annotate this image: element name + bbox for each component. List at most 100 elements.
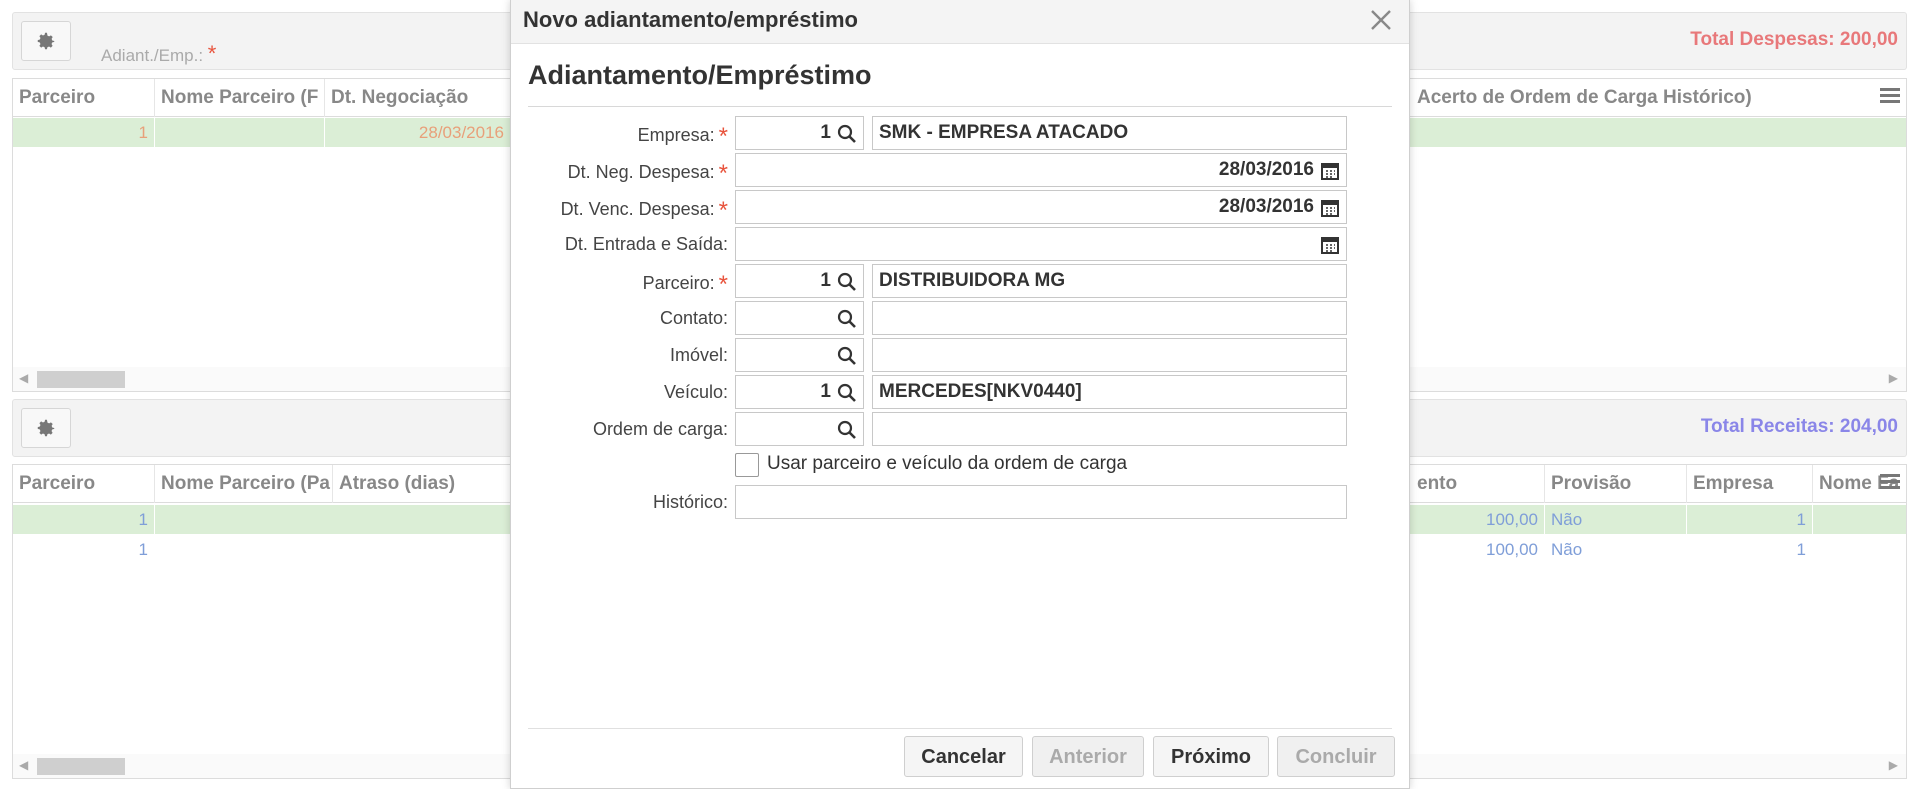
cancel-button[interactable]: Cancelar xyxy=(904,736,1023,777)
dt-venc-label: Dt. Venc. Despesa: * xyxy=(560,197,728,224)
calendar-icon[interactable] xyxy=(1320,161,1340,181)
field-row-parceiro: Parceiro: * 1 DISTRIBUIDORA MG xyxy=(511,264,1409,298)
veiculo-code-input[interactable]: 1 xyxy=(735,375,864,409)
usar-ordem-checkbox[interactable] xyxy=(735,453,759,477)
field-row-empresa: Empresa: * 1 SMK - EMPRESA ATACADO xyxy=(511,116,1409,150)
col-header-vencimento[interactable]: ento xyxy=(1411,465,1545,503)
dt-neg-input[interactable]: 28/03/2016 xyxy=(735,153,1347,187)
total-receitas: Total Receitas: 204,00 xyxy=(1700,416,1898,437)
total-despesas: Total Despesas: 200,00 xyxy=(1690,29,1898,50)
cell-parceiro: 1 xyxy=(13,118,155,147)
contato-code-input[interactable] xyxy=(735,301,864,335)
parceiro-code-input[interactable]: 1 xyxy=(735,264,864,298)
section-title: Adiantamento/Empréstimo xyxy=(528,60,872,90)
dt-entrada-label: Dt. Entrada e Saída: xyxy=(564,234,728,254)
historico-label: Histórico: xyxy=(652,492,728,512)
search-icon[interactable] xyxy=(837,124,857,144)
cell-provisao: Não xyxy=(1545,505,1687,534)
historico-input[interactable] xyxy=(735,485,1347,519)
scroll-right-icon[interactable]: ▶ xyxy=(1889,371,1898,385)
scroll-right-icon[interactable]: ▶ xyxy=(1889,758,1898,772)
col-header-historico[interactable]: Acerto de Ordem de Carga Histórico) xyxy=(1411,79,1871,117)
required-mark: * xyxy=(718,197,728,224)
empresa-desc-input[interactable]: SMK - EMPRESA ATACADO xyxy=(872,116,1347,150)
dialog-title: Novo adiantamento/empréstimo xyxy=(523,7,858,32)
next-button[interactable]: Próximo xyxy=(1153,736,1269,777)
dt-venc-input[interactable]: 28/03/2016 xyxy=(735,190,1347,224)
calendar-icon[interactable] xyxy=(1320,235,1340,255)
col-header-nome-parceiro[interactable]: Nome Parceiro (Pa xyxy=(155,465,333,503)
field-row-ordem-carga: Ordem de carga: xyxy=(511,412,1409,446)
dt-neg-label: Dt. Neg. Despesa: * xyxy=(567,160,728,187)
imovel-code-input[interactable] xyxy=(735,338,864,372)
close-icon[interactable] xyxy=(1367,6,1395,34)
veiculo-desc-input[interactable]: MERCEDES[NKV0440] xyxy=(872,375,1347,409)
cell-empresa: 1 xyxy=(1687,505,1813,534)
column-menu-icon[interactable] xyxy=(1880,474,1900,492)
finish-button[interactable]: Concluir xyxy=(1277,736,1395,777)
dialog-header: Novo adiantamento/empréstimo xyxy=(511,0,1409,44)
gear-icon xyxy=(37,32,55,50)
cell-provisao: Não xyxy=(1545,535,1687,564)
contato-desc-input[interactable] xyxy=(872,301,1347,335)
imovel-desc-input[interactable] xyxy=(872,338,1347,372)
ordem-carga-label: Ordem de carga: xyxy=(592,419,728,439)
required-mark: * xyxy=(718,271,728,298)
usar-ordem-label[interactable]: Usar parceiro e veículo da ordem de carg… xyxy=(767,453,1127,475)
field-row-contato: Contato: xyxy=(511,301,1409,335)
ordem-carga-desc-input[interactable] xyxy=(872,412,1347,446)
field-row-dt-entrada: Dt. Entrada e Saída: xyxy=(511,227,1409,261)
field-row-usar-ordem: Usar parceiro e veículo da ordem de carg… xyxy=(511,453,1409,487)
col-header-provisao[interactable]: Provisão xyxy=(1545,465,1687,503)
section-divider xyxy=(528,106,1392,107)
ordem-carga-code-input[interactable] xyxy=(735,412,864,446)
empresa-code-input[interactable]: 1 xyxy=(735,116,864,150)
footer-divider xyxy=(528,728,1392,729)
cell-valor: 100,00 xyxy=(1411,535,1545,564)
cell-empresa: 1 xyxy=(1687,535,1813,564)
scroll-thumb[interactable] xyxy=(37,371,125,388)
gear-icon xyxy=(37,419,55,437)
cell-parceiro: 1 xyxy=(13,505,155,534)
col-header-dt-negociacao[interactable]: Dt. Negociação xyxy=(325,79,511,117)
col-header-nome-parceiro[interactable]: Nome Parceiro (F xyxy=(155,79,325,117)
dt-entrada-input[interactable] xyxy=(735,227,1347,261)
field-row-imovel: Imóvel: xyxy=(511,338,1409,372)
col-header-empresa[interactable]: Empresa xyxy=(1687,465,1813,503)
col-header-parceiro[interactable]: Parceiro xyxy=(13,465,155,503)
cell-parceiro: 1 xyxy=(13,535,155,564)
search-icon[interactable] xyxy=(837,309,857,329)
field-row-dt-venc: Dt. Venc. Despesa: * 28/03/2016 xyxy=(511,190,1409,224)
cell-dt-negociacao: 28/03/2016 xyxy=(325,118,511,147)
novo-adiantamento-dialog: Novo adiantamento/empréstimo Adiantament… xyxy=(510,0,1410,789)
parceiro-label: Parceiro: * xyxy=(642,271,728,298)
field-row-historico: Histórico: xyxy=(511,485,1409,519)
field-row-dt-neg: Dt. Neg. Despesa: * 28/03/2016 xyxy=(511,153,1409,187)
top-settings-button[interactable] xyxy=(21,21,71,61)
search-icon[interactable] xyxy=(837,420,857,440)
calendar-icon[interactable] xyxy=(1320,198,1340,218)
scroll-thumb[interactable] xyxy=(37,758,125,775)
imovel-label: Imóvel: xyxy=(669,345,728,365)
required-mark: * xyxy=(718,123,728,150)
col-header-atraso[interactable]: Atraso (dias) xyxy=(333,465,511,503)
scroll-left-icon[interactable]: ◀ xyxy=(19,758,28,772)
contato-label: Contato: xyxy=(659,308,728,328)
previous-button[interactable]: Anterior xyxy=(1032,736,1144,777)
bottom-settings-button[interactable] xyxy=(21,408,71,448)
empresa-label: Empresa: * xyxy=(637,123,728,150)
required-mark: * xyxy=(207,41,217,66)
search-icon[interactable] xyxy=(837,383,857,403)
col-header-parceiro[interactable]: Parceiro xyxy=(13,79,155,117)
search-icon[interactable] xyxy=(837,346,857,366)
parceiro-desc-input[interactable]: DISTRIBUIDORA MG xyxy=(872,264,1347,298)
adiant-emp-label: Adiant./Emp.: * xyxy=(101,41,217,66)
required-mark: * xyxy=(718,160,728,187)
column-menu-icon[interactable] xyxy=(1880,88,1900,106)
field-row-veiculo: Veículo: 1 MERCEDES[NKV0440] xyxy=(511,375,1409,409)
cell-valor: 100,00 xyxy=(1411,505,1545,534)
cell-nome-parceiro xyxy=(155,118,325,147)
veiculo-label: Veículo: xyxy=(663,382,728,402)
scroll-left-icon[interactable]: ◀ xyxy=(19,371,28,385)
search-icon[interactable] xyxy=(837,272,857,292)
